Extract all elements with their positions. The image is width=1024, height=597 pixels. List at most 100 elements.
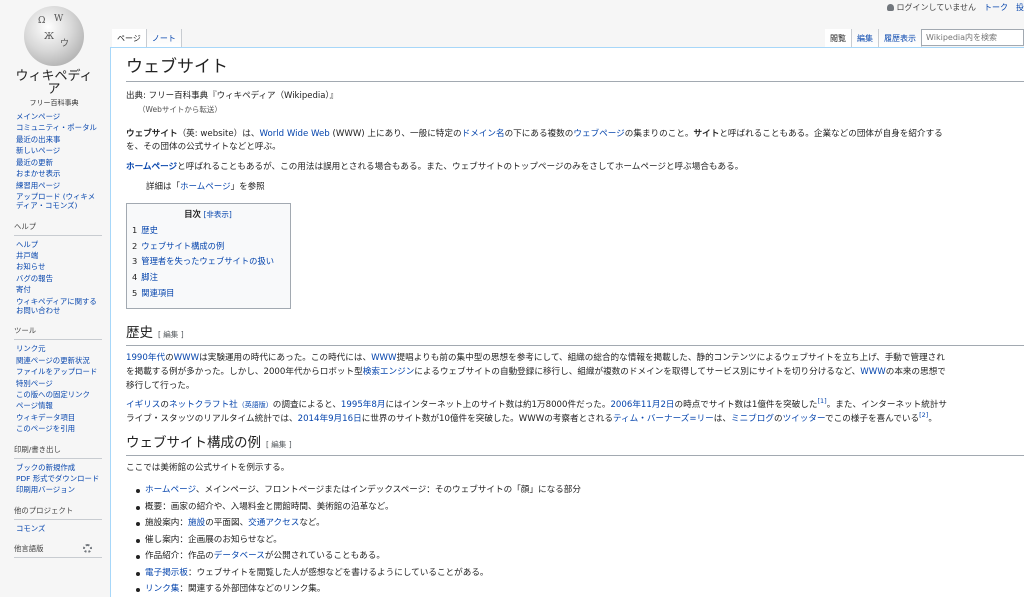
link-2006[interactable]: 2006年 bbox=[610, 400, 640, 410]
sidebar-item-donate[interactable]: 寄付 bbox=[16, 285, 31, 294]
sidebar-item-cite[interactable]: このページを引用 bbox=[16, 424, 75, 433]
sidebar-item-upload-commons[interactable]: アップロード (ウィキメディア・コモンズ) bbox=[16, 192, 95, 210]
logo-wordmark: ウィキペディア bbox=[15, 69, 93, 97]
site-sub: 出典: フリー百科事典『ウィキペディア（Wikipedia）』 bbox=[126, 91, 339, 102]
edit-section-example-link[interactable]: [ 編集 ] bbox=[266, 440, 292, 449]
sidebar-item-village-pump[interactable]: 井戸端 bbox=[16, 251, 38, 260]
toc-item-footnotes[interactable]: 4 脚注 bbox=[132, 272, 158, 282]
sidebar-item-related-changes[interactable]: 関連ページの更新状況 bbox=[16, 356, 90, 365]
gear-icon[interactable] bbox=[83, 543, 92, 553]
toc-item-structure-example[interactable]: 2 ウェブサイト構成の例 bbox=[132, 241, 224, 251]
sidebar-item-what-links-here[interactable]: リンク元 bbox=[16, 344, 46, 353]
search-box bbox=[921, 29, 1024, 46]
sidebar-item-upload-file[interactable]: ファイルをアップロード bbox=[16, 367, 97, 376]
languages-heading: 他言語版 bbox=[14, 543, 102, 558]
sidebar-item-bug-report[interactable]: バグの報告 bbox=[16, 274, 53, 283]
help-portal: ヘルプ ヘルプ 井戸端 お知らせ バグの報告 寄付 ウィキペディアに関するお問い… bbox=[0, 221, 108, 316]
link-world-wide-web[interactable]: World Wide Web bbox=[259, 129, 329, 139]
example-intro: ここでは美術館の公式サイトを例示する。 bbox=[126, 463, 290, 474]
reference-1[interactable]: [1] bbox=[817, 398, 826, 406]
list-item: 作品紹介：作品のデータベースが公開されていることもある。 bbox=[136, 548, 1024, 565]
link-sep-16[interactable]: 9月16日 bbox=[328, 414, 362, 424]
sidebar-item-contact[interactable]: ウィキペディアに関するお問い合わせ bbox=[16, 297, 97, 315]
link-netcraft[interactable]: ネットクラフト社 bbox=[169, 400, 238, 410]
link-www-2[interactable]: WWW bbox=[371, 353, 397, 363]
link-www-3[interactable]: WWW bbox=[860, 367, 886, 377]
link-1995[interactable]: 1995年 bbox=[341, 400, 371, 410]
not-logged-in-status: ログインしていません bbox=[887, 2, 976, 13]
sidebar-item-printable[interactable]: 印刷用バージョン bbox=[16, 485, 75, 494]
link-nov-2[interactable]: 11月2日 bbox=[641, 400, 675, 410]
wikipedia-logo[interactable]: Ω W Ж ウ ウィキペディア フリー百科事典 bbox=[12, 6, 96, 108]
sidebar-item-special-pages[interactable]: 特別ページ bbox=[16, 379, 53, 388]
contributions-link[interactable]: 投 bbox=[1016, 2, 1024, 13]
toc-title: 目次 [非表示] bbox=[184, 208, 232, 219]
link-search-engine[interactable]: 検索エンジン bbox=[363, 367, 415, 377]
sidebar-item-notices[interactable]: お知らせ bbox=[16, 262, 45, 271]
table-of-contents: 目次 [非表示] 1 歴史 2 ウェブサイト構成の例 3 管理者を失ったウェブサイトの… bbox=[126, 202, 291, 309]
link-transport-access[interactable]: 交通アクセス bbox=[248, 518, 299, 528]
link-domain-name[interactable]: ドメイン名 bbox=[462, 129, 505, 139]
history-paragraph-1: 1990年代のWWWは実験運用の時代にあった。この時代には、WWW提唱よりも前の… bbox=[126, 353, 946, 391]
link-1990s[interactable]: 1990年代 bbox=[126, 353, 165, 363]
sidebar-item-random[interactable]: おまかせ表示 bbox=[16, 169, 60, 178]
link-database[interactable]: データベース bbox=[214, 551, 265, 561]
link-tim-berners-lee[interactable]: ティム・バーナーズ=リー bbox=[613, 414, 714, 424]
link-2014[interactable]: 2014年 bbox=[298, 414, 328, 424]
link-www-1[interactable]: WWW bbox=[174, 353, 200, 363]
reference-2[interactable]: [2] bbox=[919, 411, 928, 419]
tools-heading: ツール bbox=[14, 325, 102, 341]
toc-item-abandoned-sites[interactable]: 3 管理者を失ったウェブサイトの扱い bbox=[132, 256, 274, 266]
sidebar-item-community-portal[interactable]: コミュニティ・ポータル bbox=[16, 123, 97, 132]
link-twitter[interactable]: ツイッター bbox=[783, 414, 825, 424]
page-title: ウェブサイト bbox=[126, 56, 1024, 83]
lead-paragraph-1: ウェブサイト（英: website）は、World Wide Web (WWW)… bbox=[126, 128, 943, 153]
link-uk[interactable]: イギリス bbox=[126, 400, 160, 410]
sidebar-item-commons[interactable]: コモンズ bbox=[16, 524, 45, 533]
sidebar-item-sandbox[interactable]: 練習用ページ bbox=[16, 181, 60, 190]
link-homepage[interactable]: ホームページ bbox=[126, 162, 177, 172]
history-paragraph-2: イギリスのネットクラフト社（英語版）の調査によると、1995年8月にはインターネ… bbox=[126, 397, 948, 425]
talk-link[interactable]: トーク bbox=[984, 2, 1008, 13]
link-netcraft-english[interactable]: （英語版） bbox=[238, 401, 273, 409]
sidebar-item-download-pdf[interactable]: PDF 形式でダウンロード bbox=[16, 474, 99, 483]
list-item: 概要：画家の紹介や、入場料金と開館時間、美術館の沿革など。 bbox=[136, 499, 1024, 516]
link-link-collection[interactable]: リンク集 bbox=[145, 584, 179, 594]
list-item: 施設案内：施設の平面図、交通アクセスなど。 bbox=[136, 515, 1024, 532]
sidebar-item-create-book[interactable]: ブックの新規作成 bbox=[16, 463, 75, 472]
content-area: ウェブサイト 出典: フリー百科事典『ウィキペディア（Wikipedia）』 （… bbox=[110, 47, 1024, 597]
sidebar-item-wikidata[interactable]: ウィキデータ項目 bbox=[16, 413, 75, 422]
search-input[interactable] bbox=[926, 33, 1023, 42]
tab-talk[interactable]: ノート bbox=[146, 29, 182, 48]
list-item: 催し案内：企画展のお知らせなど。 bbox=[136, 532, 1024, 549]
sidebar-item-new-pages[interactable]: 新しいページ bbox=[16, 146, 60, 155]
list-item: ホームページ、メインページ、フロントページまたはインデックスページ：そのウェブサ… bbox=[136, 482, 1024, 499]
tab-history[interactable]: 履歴表示 bbox=[879, 29, 922, 48]
tab-page[interactable]: ページ bbox=[112, 29, 147, 48]
tab-edit[interactable]: 編集 bbox=[852, 29, 879, 48]
sidebar-item-recent-changes[interactable]: 最近の更新 bbox=[16, 158, 53, 167]
sidebar-item-page-info[interactable]: ページ情報 bbox=[16, 401, 53, 410]
link-microblog[interactable]: ミニブログ bbox=[731, 414, 774, 424]
projects-heading: 他のプロジェクト bbox=[14, 505, 102, 520]
sidebar-item-help[interactable]: ヘルプ bbox=[16, 240, 38, 249]
link-august[interactable]: 8月 bbox=[371, 400, 385, 410]
toc-item-see-also[interactable]: 5 関連項目 bbox=[132, 288, 174, 298]
edit-section-history-link[interactable]: [ 編集 ] bbox=[158, 330, 184, 339]
print-heading: 印刷/書き出し bbox=[14, 444, 102, 459]
toc-toggle[interactable]: [非表示] bbox=[203, 210, 231, 219]
link-homepage-item[interactable]: ホームページ bbox=[145, 485, 196, 495]
link-hatnote-homepage[interactable]: ホームページ bbox=[180, 182, 231, 192]
section-heading-structure-example: ウェブサイト構成の例[ 編集 ] bbox=[126, 433, 1024, 457]
sidebar-item-current-events[interactable]: 最近の出来事 bbox=[16, 135, 60, 144]
link-web-page[interactable]: ウェブページ bbox=[573, 129, 624, 139]
link-facility[interactable]: 施設 bbox=[188, 518, 205, 528]
tab-read[interactable]: 閲覧 bbox=[825, 29, 852, 48]
link-bbs[interactable]: 電子掲示板 bbox=[145, 568, 188, 578]
user-icon bbox=[887, 4, 895, 11]
sidebar-item-main-page[interactable]: メインページ bbox=[16, 112, 60, 121]
toc-item-history[interactable]: 1 歴史 bbox=[132, 225, 158, 235]
sidebar-item-permanent-link[interactable]: この版への固定リンク bbox=[16, 390, 90, 399]
list-item: 電子掲示板：ウェブサイトを閲覧した人が感想などを書けるようにしていることがある。 bbox=[136, 565, 1024, 582]
nav-portal: メインページ コミュニティ・ポータル 最近の出来事 新しいページ 最近の更新 お… bbox=[0, 112, 108, 211]
